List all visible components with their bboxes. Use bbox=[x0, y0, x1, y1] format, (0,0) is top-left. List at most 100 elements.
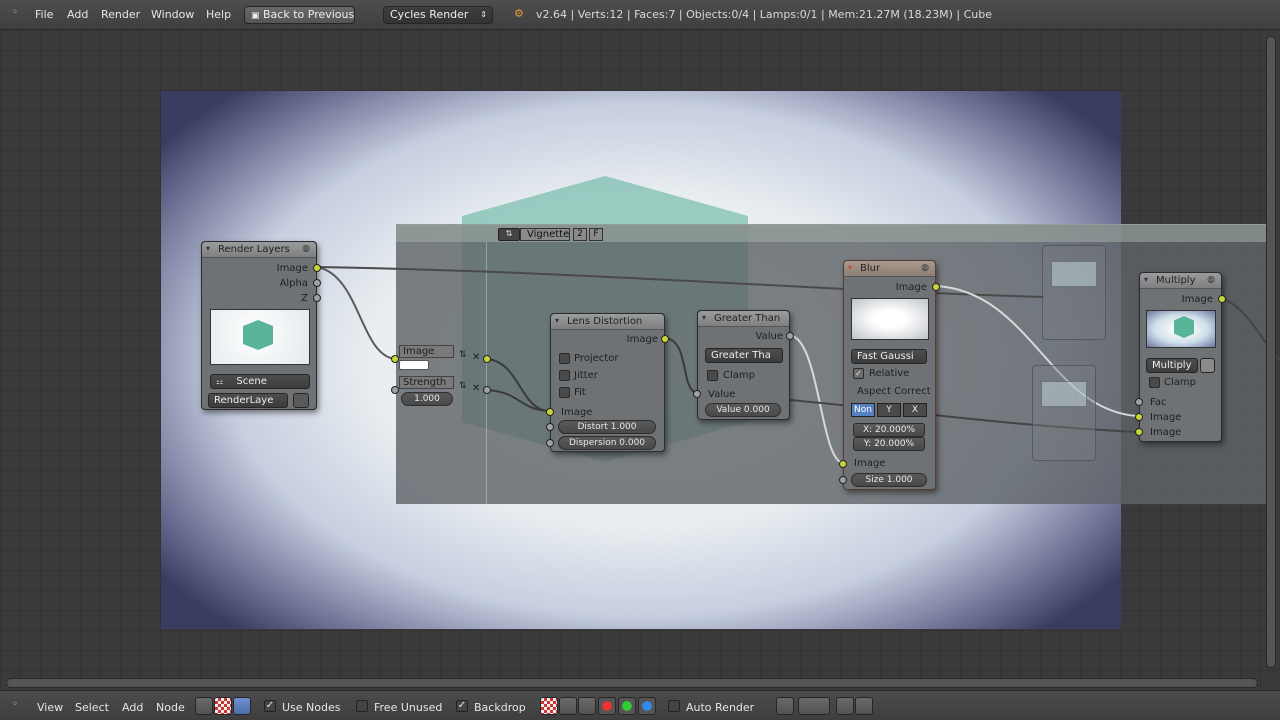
image-color-swatch[interactable] bbox=[399, 360, 429, 370]
render-out-image-socket[interactable] bbox=[313, 264, 321, 272]
scene-selector[interactable]: ⚏ Scene bbox=[210, 374, 310, 389]
menu-add[interactable]: Add bbox=[122, 701, 143, 714]
strength-field[interactable]: 1.000 bbox=[401, 392, 453, 406]
use-nodes-label: Use Nodes bbox=[282, 701, 341, 714]
image-input-group[interactable]: Image Strength 1.000 ⇅ ✕ ⇅ ✕ bbox=[399, 345, 489, 407]
green-channel-icon[interactable] bbox=[618, 697, 636, 715]
aspect-y-button[interactable]: Y bbox=[877, 403, 901, 417]
multiply-in-image1-socket[interactable] bbox=[1135, 413, 1143, 421]
auto-render-label: Auto Render bbox=[686, 701, 755, 714]
alpha-channel-icon[interactable] bbox=[559, 697, 577, 715]
shader-nodes-icon[interactable] bbox=[195, 697, 213, 715]
math-operation-dropdown[interactable]: Greater Tha bbox=[705, 348, 783, 363]
strength-input-label: Strength bbox=[399, 376, 454, 389]
multiply-clamp-checkbox[interactable] bbox=[1149, 377, 1160, 388]
greater-value-field[interactable]: Value 0.000 bbox=[705, 403, 781, 417]
snap-element-dropdown[interactable] bbox=[798, 697, 830, 715]
multiply-node[interactable]: ▾ Multiply ◍ Image Multiply Clamp Fac Im… bbox=[1135, 272, 1226, 442]
use-alpha-toggle[interactable] bbox=[1200, 358, 1215, 373]
paste-nodes-icon[interactable] bbox=[855, 697, 873, 715]
relative-label: Relative bbox=[869, 368, 910, 379]
node-options-icon[interactable]: ◍ bbox=[302, 244, 310, 254]
greater-out-socket[interactable] bbox=[786, 332, 794, 340]
vertical-scrollbar[interactable] bbox=[1266, 36, 1276, 668]
collapse-icon[interactable]: ▾ bbox=[555, 316, 559, 325]
node-options-icon[interactable]: ◍ bbox=[1207, 275, 1215, 285]
dispersion-field[interactable]: Dispersion 0.000 bbox=[558, 436, 656, 450]
backdrop-channels-icon[interactable] bbox=[540, 697, 558, 715]
collapse-icon[interactable]: ▾ bbox=[1144, 275, 1148, 284]
blue-channel-icon[interactable] bbox=[638, 697, 656, 715]
collapse-icon[interactable]: ▾ bbox=[206, 244, 210, 253]
remove-icon[interactable]: ✕ bbox=[472, 352, 480, 363]
lens-in-dispersion-socket[interactable] bbox=[546, 439, 554, 447]
lens-in-image-socket[interactable] bbox=[546, 408, 554, 416]
backdrop-checkbox[interactable]: ✓ bbox=[456, 700, 468, 712]
menu-node[interactable]: Node bbox=[156, 701, 185, 714]
render-layers-node[interactable]: Render Layers ▾ ◍ Image Alpha Z ⚏ Scene … bbox=[201, 241, 321, 410]
color-channel-icon[interactable] bbox=[578, 697, 596, 715]
blur-node[interactable]: ▾ Blur ◍ Image Fast Gaussi ✓ Relative As… bbox=[839, 260, 940, 490]
menu-view[interactable]: View bbox=[37, 701, 63, 714]
auto-render-checkbox[interactable] bbox=[668, 700, 680, 712]
collapse-icon[interactable]: ▾ bbox=[848, 263, 852, 272]
fac-socket[interactable] bbox=[1135, 398, 1143, 406]
multiply-in-image2-socket[interactable] bbox=[1135, 428, 1143, 436]
horizontal-scrollbar[interactable] bbox=[6, 678, 1258, 688]
copy-nodes-icon[interactable] bbox=[836, 697, 854, 715]
jitter-checkbox[interactable] bbox=[559, 370, 570, 381]
snap-icon[interactable] bbox=[776, 697, 794, 715]
compositing-nodes-icon[interactable] bbox=[214, 697, 232, 715]
blend-mode-dropdown[interactable]: Multiply bbox=[1146, 358, 1198, 373]
link-lens-to-greater bbox=[664, 337, 698, 394]
multiply-out-socket[interactable] bbox=[1218, 295, 1226, 303]
multiply-in-image1-label: Image bbox=[1150, 412, 1182, 423]
greater-clamp-checkbox[interactable] bbox=[707, 370, 718, 381]
blur-size-field[interactable]: Size 1.000 bbox=[851, 473, 927, 487]
free-unused-checkbox[interactable] bbox=[356, 700, 368, 712]
remove-icon-2[interactable]: ✕ bbox=[472, 383, 480, 394]
scene-name: Scene bbox=[236, 376, 267, 387]
render-out-alpha-socket[interactable] bbox=[313, 279, 321, 287]
strength-out-socket[interactable] bbox=[483, 386, 491, 394]
menu-select[interactable]: Select bbox=[75, 701, 109, 714]
blur-in-image-label: Image bbox=[854, 458, 886, 469]
texture-nodes-icon[interactable] bbox=[233, 697, 251, 715]
layer-selector[interactable]: RenderLaye bbox=[208, 393, 288, 408]
blur-out-socket[interactable] bbox=[932, 283, 940, 291]
editor-type-icon[interactable]: ◦ bbox=[12, 699, 18, 710]
lens-out-image-label: Image bbox=[626, 334, 658, 345]
blur-filter-dropdown[interactable]: Fast Gaussi bbox=[851, 349, 927, 364]
collapse-icon[interactable]: ▾ bbox=[702, 313, 706, 322]
use-nodes-checkbox[interactable]: ✓ bbox=[264, 700, 276, 712]
blur-y-field[interactable]: Y: 20.000% bbox=[853, 437, 925, 451]
render-out-z-socket[interactable] bbox=[313, 294, 321, 302]
lens-in-distort-socket[interactable] bbox=[546, 423, 554, 431]
link-greater-to-blur bbox=[789, 334, 844, 464]
mute-icon[interactable]: ⇅ bbox=[459, 350, 467, 360]
blur-x-field[interactable]: X: 20.000% bbox=[853, 423, 925, 437]
blur-in-size-socket[interactable] bbox=[839, 476, 847, 484]
greater-in-value-socket[interactable] bbox=[693, 390, 701, 398]
distort-field[interactable]: Distort 1.000 bbox=[558, 420, 656, 434]
projector-checkbox[interactable] bbox=[559, 353, 570, 364]
aspect-none-button[interactable]: Non bbox=[851, 403, 875, 417]
lens-distortion-node[interactable]: ▾ Lens Distortion Image Projector Jitter… bbox=[546, 313, 669, 452]
render-layer-icon[interactable] bbox=[293, 393, 309, 408]
aspect-correct-selector[interactable]: Non Y X bbox=[851, 403, 929, 417]
red-channel-icon[interactable] bbox=[598, 697, 616, 715]
mute-icon-2[interactable]: ⇅ bbox=[459, 381, 467, 391]
blur-in-image-socket[interactable] bbox=[839, 460, 847, 468]
image-in-socket[interactable] bbox=[391, 355, 399, 363]
faded-node-2 bbox=[1032, 365, 1096, 461]
lens-out-image-socket[interactable] bbox=[661, 335, 669, 343]
aspect-x-button[interactable]: X bbox=[903, 403, 927, 417]
blend-mode-label: Multiply bbox=[1152, 360, 1192, 371]
image-input-label: Image bbox=[399, 345, 454, 358]
strength-in-socket[interactable] bbox=[391, 386, 399, 394]
node-options-icon[interactable]: ◍ bbox=[921, 263, 929, 273]
fit-checkbox[interactable] bbox=[559, 387, 570, 398]
relative-checkbox[interactable]: ✓ bbox=[853, 368, 864, 379]
greater-than-node[interactable]: ▾ Greater Than Value Greater Tha Clamp V… bbox=[693, 310, 794, 420]
image-out-socket[interactable] bbox=[483, 355, 491, 363]
